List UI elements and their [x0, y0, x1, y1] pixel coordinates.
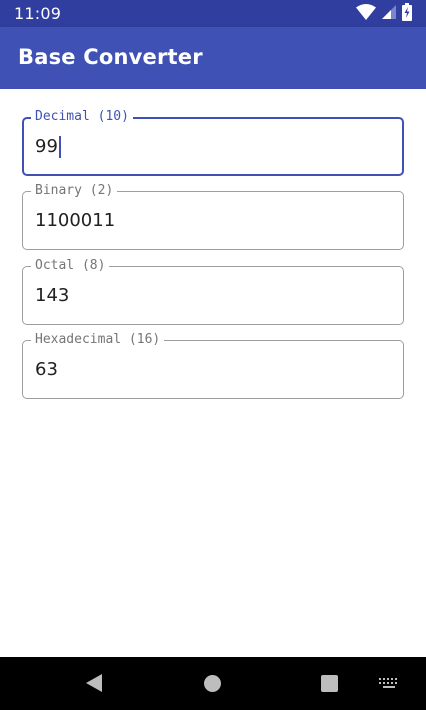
decimal-field[interactable]: Decimal (10) 99 [22, 109, 404, 176]
octal-input-value[interactable]: 143 [35, 285, 69, 307]
text-cursor [58, 136, 61, 158]
binary-field[interactable]: Binary (2) 1100011 [22, 183, 404, 250]
home-icon[interactable] [204, 675, 221, 692]
binary-field-label: Binary (2) [31, 183, 118, 199]
converter-form: Decimal (10) 99 Binary (2) 1100011 Octal… [0, 89, 426, 657]
navigation-bar [0, 657, 426, 710]
hexadecimal-input-value[interactable]: 63 [35, 359, 58, 381]
wifi-icon [356, 3, 376, 25]
cellular-signal-icon [382, 4, 396, 24]
status-bar: 11:09 [0, 0, 426, 27]
decimal-input-value: 99 [35, 136, 58, 157]
hexadecimal-field-label: Hexadecimal (16) [31, 332, 165, 348]
octal-field[interactable]: Octal (8) 143 [22, 258, 404, 325]
battery-charging-icon [402, 2, 412, 26]
decimal-input[interactable]: 99 [35, 136, 61, 158]
keyboard-icon[interactable] [378, 677, 400, 690]
back-icon[interactable] [86, 674, 102, 692]
decimal-field-label: Decimal (10) [31, 109, 133, 125]
hexadecimal-field[interactable]: Hexadecimal (16) 63 [22, 332, 404, 399]
octal-field-label: Octal (8) [31, 258, 110, 274]
status-time: 11:09 [14, 4, 62, 23]
binary-input-value[interactable]: 1100011 [35, 210, 115, 232]
app-title: Base Converter [18, 45, 203, 69]
recents-icon[interactable] [321, 675, 338, 692]
status-icons [356, 2, 412, 26]
app-bar: Base Converter [0, 27, 426, 89]
